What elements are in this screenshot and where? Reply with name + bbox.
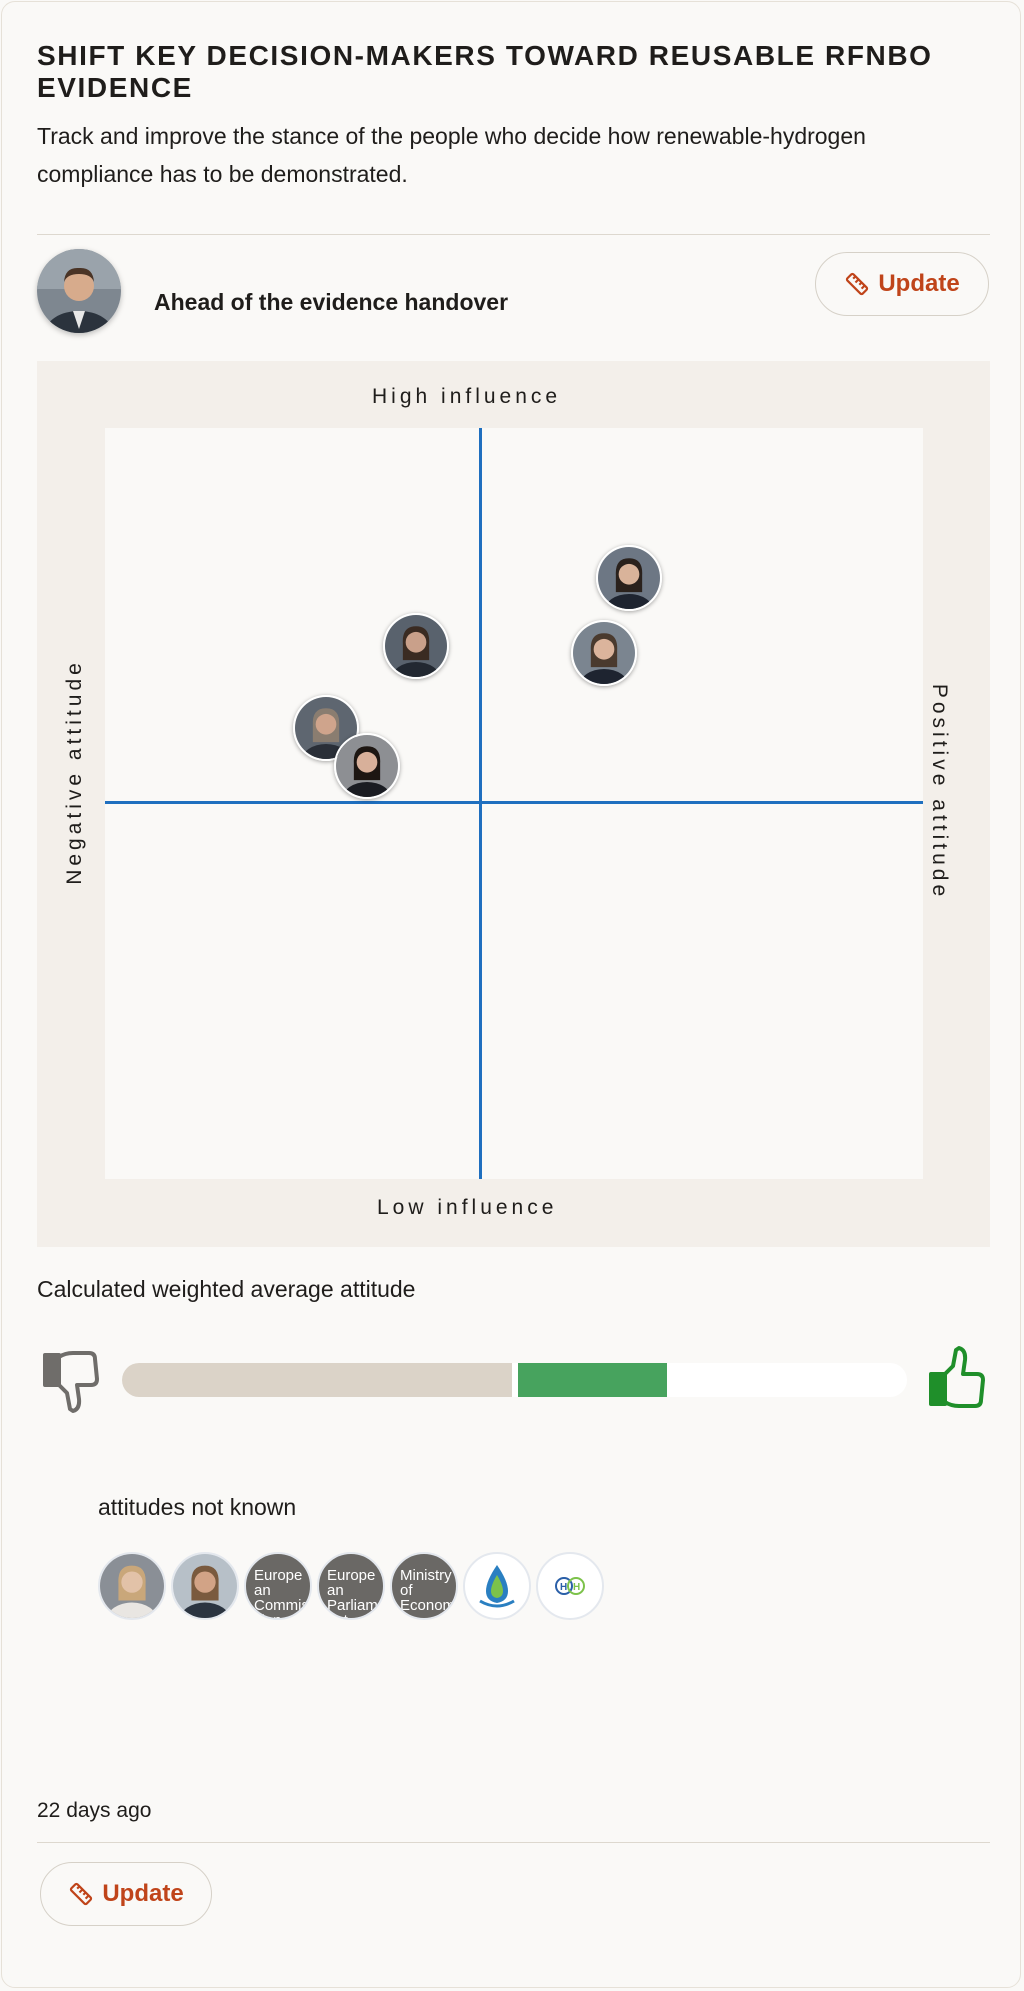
- label-positive-attitude: Positive attitude: [928, 683, 951, 901]
- owner-avatar[interactable]: [37, 249, 121, 333]
- update-label: Update: [102, 1880, 184, 1907]
- update-button-bottom[interactable]: Update: [40, 1862, 212, 1926]
- timestamp: 22 days ago: [37, 1799, 152, 1822]
- organisation-name: European Commission — DG ENER: [254, 1567, 309, 1618]
- matrix-plot-area: [105, 428, 923, 1179]
- label-low-influence: Low influence: [377, 1196, 558, 1219]
- stakeholder-avatar[interactable]: [382, 612, 449, 679]
- influence-axis: [105, 801, 923, 804]
- objective-title: SHIFT KEY DECISION-MAKERS TOWARD REUSABL…: [37, 40, 933, 103]
- svg-text:H: H: [573, 1582, 580, 1593]
- thumbs-down-icon: [43, 1351, 99, 1413]
- average-attitude-bar: [122, 1363, 907, 1397]
- divider: [37, 1842, 990, 1843]
- organisation-chip[interactable]: European Parliament: [317, 1552, 385, 1620]
- organisation-name: Ministry of Economy: [400, 1567, 456, 1618]
- organisation-name: European Parliament: [327, 1567, 378, 1618]
- person-avatar[interactable]: [171, 1552, 239, 1620]
- thumbs-up-icon: [929, 1346, 985, 1408]
- owner-status-text: Ahead of the evidence handover: [154, 289, 509, 315]
- ruler-icon: [846, 272, 869, 296]
- update-button-top[interactable]: Update: [815, 252, 989, 316]
- organisation-chip[interactable]: European Commission — DG ENER: [244, 1552, 312, 1620]
- divider: [37, 234, 990, 235]
- bar-positive-segment: [517, 1363, 667, 1397]
- ruler-icon: [70, 1882, 93, 1906]
- organisation-chip[interactable]: Ministry of Economy: [390, 1552, 458, 1620]
- label-high-influence: High influence: [372, 385, 562, 408]
- objective-description: Track and improve the stance of the peop…: [37, 123, 866, 187]
- label-negative-attitude: Negative attitude: [63, 659, 86, 885]
- h2-logo[interactable]: HH: [536, 1552, 604, 1620]
- person-avatar[interactable]: [98, 1552, 166, 1620]
- stakeholder-avatar[interactable]: [570, 620, 637, 687]
- objective-card: SHIFT KEY DECISION-MAKERS TOWARD REUSABL…: [1, 1, 1021, 1988]
- average-attitude-label: Calculated weighted average attitude: [37, 1276, 416, 1302]
- water-drop-logo[interactable]: [463, 1552, 531, 1620]
- update-label: Update: [878, 270, 960, 297]
- stakeholder-avatar[interactable]: [595, 545, 662, 612]
- bar-neutral-segment: [122, 1363, 512, 1397]
- stakeholder-avatar[interactable]: [333, 732, 400, 799]
- svg-text:H: H: [560, 1582, 567, 1593]
- unknown-attitudes-label: attitudes not known: [98, 1494, 297, 1520]
